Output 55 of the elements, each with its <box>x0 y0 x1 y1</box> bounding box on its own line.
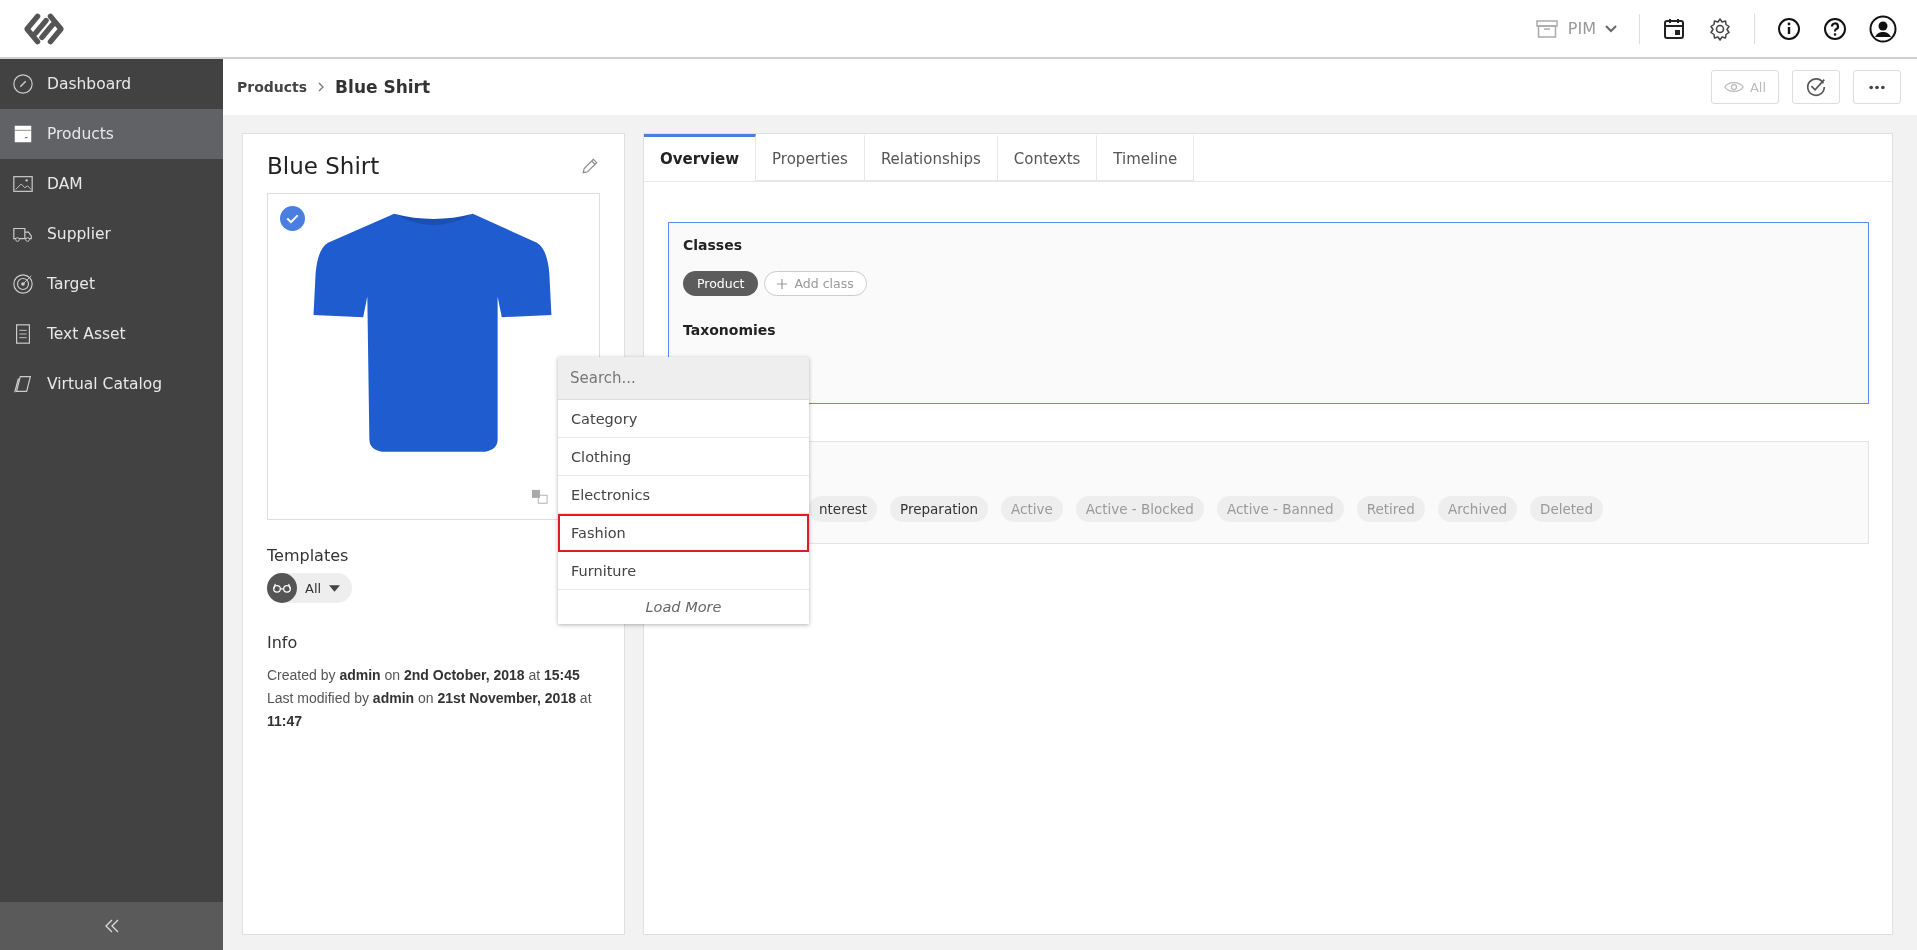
sidebar-item[interactable]: Target <box>0 259 223 309</box>
info-text: Created by admin on 2nd October, 2018 at 15:45 <box>267 666 581 685</box>
templates-label: Templates <box>267 546 350 565</box>
breadcrumb-current: Blue Shirt <box>335 77 431 97</box>
book-icon <box>12 373 34 395</box>
sidebar-item[interactable]: DAM <box>0 159 223 209</box>
tab[interactable]: Properties <box>756 134 865 181</box>
tab[interactable]: Contexts <box>997 134 1098 181</box>
sidebar-item[interactable]: Virtual Catalog <box>0 359 223 409</box>
tab[interactable]: Overview <box>644 134 757 181</box>
checkmark-icon[interactable] <box>280 206 305 231</box>
sidebar-item[interactable]: Text Asset <box>0 309 223 359</box>
logo-icon[interactable] <box>22 11 66 46</box>
dropdown-item[interactable]: Electronics <box>558 476 809 514</box>
info-label: Info <box>267 633 299 652</box>
load-more-button[interactable]: Load More <box>558 590 809 624</box>
caret-icon <box>329 584 341 592</box>
sidebar-item[interactable]: Dashboard <box>0 59 223 109</box>
caret-icon <box>1605 24 1617 33</box>
dropdown-item[interactable]: Furniture <box>558 552 809 590</box>
template-selector[interactable]: All <box>267 573 353 603</box>
dropdown-item[interactable]: Fashion <box>558 514 809 552</box>
section-title: Taxonomies <box>683 322 777 338</box>
plus-icon <box>777 278 788 289</box>
info-icon[interactable] <box>1777 16 1801 41</box>
breadcrumb-link[interactable]: Products <box>237 79 308 95</box>
class-tag[interactable]: Product <box>683 271 759 296</box>
archive-icon <box>1534 18 1559 39</box>
settings-icon[interactable] <box>1708 16 1732 41</box>
box-icon <box>12 123 34 145</box>
target-icon <box>12 273 34 295</box>
dropdown-item[interactable]: Category <box>558 400 809 438</box>
chevron-icon <box>317 82 326 92</box>
search-field[interactable]: Search... <box>558 357 809 400</box>
info-text: Last modified by admin on 21st November, 2018 at 11:47 <box>267 689 593 731</box>
user-avatar-icon[interactable] <box>1869 14 1897 43</box>
double-chevron-icon <box>103 919 120 933</box>
tab[interactable]: Timeline <box>1097 134 1195 181</box>
lifecycle-state-tag[interactable]: Preparation <box>890 496 989 522</box>
gauge-icon <box>12 73 34 95</box>
sidebar-item[interactable]: Supplier <box>0 209 223 259</box>
eye-icon <box>1723 81 1744 93</box>
more-icon <box>1868 84 1886 90</box>
tab[interactable]: Relationships <box>864 134 998 181</box>
check-circle-icon <box>1805 76 1827 98</box>
glasses-icon <box>267 573 297 603</box>
dropdown-item[interactable]: Clothing <box>558 438 809 476</box>
check-button[interactable] <box>1792 70 1840 104</box>
calendar-icon[interactable] <box>1662 16 1686 41</box>
section-title: Classes <box>683 237 743 253</box>
image-icon <box>12 173 34 195</box>
sidebar-item[interactable]: Products <box>0 109 223 159</box>
lifecycle-state-tag[interactable]: nterest <box>809 496 878 522</box>
product-title: Blue Shirt <box>267 152 380 179</box>
help-icon[interactable] <box>1823 16 1847 41</box>
